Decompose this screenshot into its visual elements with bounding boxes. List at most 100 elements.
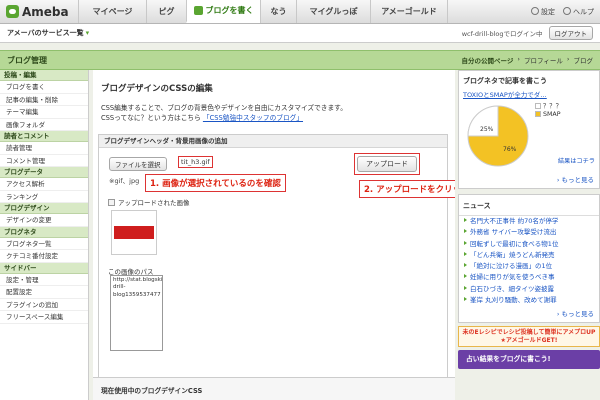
news-item[interactable]: 名門大不正事件 約70名が停学 <box>459 216 599 227</box>
news-item[interactable]: 回転ずしで最初に食べる物1位 <box>459 239 599 250</box>
help-label: ヘルプ <box>573 7 594 16</box>
file-select-button[interactable]: ファイルを選択 <box>109 157 167 171</box>
recipe-ad-banner[interactable]: 未のEレシピでレシピ投稿して簡単にアメプロUP ★アメゴールドGET! <box>458 326 600 348</box>
description-line1: CSS編集することで、ブログの背景色やデザインを自由にカスタマイズできます。 <box>101 104 347 112</box>
sidebar-item-comments[interactable]: コメント管理 <box>0 155 88 167</box>
sidebar-section-design: ブログデザイン <box>0 203 88 214</box>
news-item-text: 白石ひづき、細タイツ姿披露 <box>470 284 555 293</box>
image-icon <box>108 198 115 206</box>
sidebar-section-data: ブログデータ <box>0 167 88 178</box>
pie-chart-svg: 25% 76% <box>467 105 529 167</box>
tab-now[interactable]: なう <box>260 0 296 23</box>
sidebar-item-edit-articles[interactable]: 記事の編集・削除 <box>0 94 88 106</box>
pie-legend: ？？？ SMAP <box>535 103 562 119</box>
sidebar-section-neta: ブログネタ <box>0 226 88 238</box>
tab-pigg-label: ピグ <box>158 7 175 16</box>
pie-label-25: 25% <box>480 126 494 133</box>
sidebar-item-readers[interactable]: 読者管理 <box>0 142 88 155</box>
sidebar-item-free-space[interactable]: フリースペース編集 <box>0 311 88 324</box>
css-staff-blog-link[interactable]: 「CSS勉強中スタッフのブログ」 <box>203 114 303 122</box>
news-item-text: 外務省 サイバー攻撃受け流出 <box>470 228 557 237</box>
neta-more-link[interactable]: › もっと見る <box>459 172 599 188</box>
link-separator: › <box>566 55 570 63</box>
news-item[interactable]: 外務省 サイバー攻撃受け流出 <box>459 227 599 238</box>
sidebar-item-theme-edit[interactable]: テーマ編集 <box>0 106 88 119</box>
sidebar: 投稿・編集 ブログを書く 記事の編集・削除 テーマ編集 画像フォルダ 読者とコメ… <box>0 70 89 400</box>
legend-item-unknown: ？？？ <box>535 103 562 111</box>
help-icon <box>563 6 571 15</box>
news-item-text: 峯岸 丸刈り騒動、改めて謝罪 <box>470 296 557 305</box>
sidebar-section-post: 投稿・編集 <box>0 70 88 81</box>
tab-mygroup[interactable]: マイグルっぽ <box>296 0 370 23</box>
neta-topic-link[interactable]: TOXIOとSMAPが全力でダ… <box>459 89 599 99</box>
image-path-textarea[interactable]: http://stat.blogskin.ameba.jp/blogskin_i… <box>110 275 163 351</box>
fortune-ad-banner[interactable]: 占い結果をブログに書こう! <box>458 350 600 370</box>
profile-link[interactable]: プロフィール <box>524 55 563 65</box>
page-title: ブログ管理 <box>7 55 47 65</box>
ameba-logo-icon <box>6 5 19 18</box>
legend-item-smap: SMAP <box>535 111 562 119</box>
image-upload-panel: ブログデザインヘッダ・背景用画像の追加 ファイルを選択 tit_h3.gif ア… <box>98 134 475 378</box>
ameba-logo[interactable]: Ameba <box>0 0 78 23</box>
news-item-text: 名門大不正事件 約70名が停学 <box>470 217 559 225</box>
gear-icon <box>531 6 539 15</box>
sidebar-item-neta-list[interactable]: ブログネタ一覧 <box>0 238 88 250</box>
current-css-heading: 現在使用中のブログデザインCSS <box>93 377 455 400</box>
sidebar-item-settings[interactable]: 設定・管理 <box>0 274 88 286</box>
description-line2: CSSってなに？という方はこちら 「CSS勉強中スタッフのブログ」 <box>101 113 447 123</box>
vote-result-link[interactable]: 結果はコチラ <box>558 156 595 165</box>
sidebar-item-ranking[interactable]: ランキング <box>0 191 88 203</box>
news-item[interactable]: 峯岸 丸刈り騒動、改めて謝罪 <box>459 295 599 306</box>
legend-swatch <box>535 111 541 117</box>
news-title: ニュース <box>459 195 599 216</box>
news-item[interactable]: 「どん兵衛」焼うどん新発売 <box>459 250 599 261</box>
news-item[interactable]: 「絶対に泣ける漫画」の1位 <box>459 261 599 272</box>
bullet-icon <box>464 274 467 279</box>
legend-swatch <box>535 103 541 109</box>
service-bar: アメーバのサービス一覧 ▾ wcf-drill-blogでログイン中 ログアウト <box>0 24 600 43</box>
sidebar-item-access[interactable]: アクセス解析 <box>0 178 88 191</box>
bullet-icon <box>464 218 467 222</box>
tab-write-blog-label: ブログを書く <box>205 6 254 15</box>
tab-amegold-label: アメーゴールド <box>381 7 437 16</box>
service-menu[interactable]: アメーバのサービス一覧 ▾ <box>7 28 89 38</box>
bullet-icon <box>464 263 467 268</box>
upload-button[interactable]: アップロード <box>357 156 417 172</box>
news-item-text: 回転ずしで最初に食べる物1位 <box>470 239 559 248</box>
sidebar-section-sidebar: サイドバー <box>0 262 88 274</box>
sidebar-item-write[interactable]: ブログを書く <box>0 81 88 94</box>
sidebar-item-kuchikomi[interactable]: クチコミ番付設定 <box>0 250 88 263</box>
upload-highlight: アップロード <box>354 153 420 175</box>
bullet-icon <box>464 240 467 245</box>
bullet-icon <box>464 229 467 234</box>
tab-mypage[interactable]: マイページ <box>78 0 146 23</box>
tab-now-label: なう <box>270 7 287 16</box>
bullet-icon <box>464 297 467 302</box>
tab-pigg[interactable]: ピグ <box>146 0 186 23</box>
sidebar-item-image-folder[interactable]: 画像フォルダ <box>0 119 88 131</box>
sidebar-item-design-change[interactable]: デザインの変更 <box>0 214 88 227</box>
tab-amegold[interactable]: アメーゴールド <box>370 0 448 23</box>
help-link[interactable]: ヘルプ <box>563 6 594 17</box>
uploaded-image-text: アップロードされた画像 <box>118 199 190 207</box>
settings-link[interactable]: 設定 <box>531 6 555 17</box>
neta-more-label: もっと見る <box>561 176 595 184</box>
link-separator: › <box>517 55 521 63</box>
pie-label-76: 76% <box>503 146 517 153</box>
sidebar-item-add-plugin[interactable]: プラグインの追加 <box>0 299 88 311</box>
news-item[interactable]: 妊婦に用りが気を使うべき事 <box>459 272 599 283</box>
chevron-down-icon: ▾ <box>85 29 90 37</box>
public-page-links: 自分の公開ページ › プロフィール › ブログ <box>462 55 593 65</box>
main-content: ブログデザインのCSSの編集 CSS編集することで、ブログの背景色やデザインを自… <box>93 70 475 400</box>
news-item[interactable]: 白石ひづき、細タイツ姿披露 <box>459 284 599 295</box>
news-more-link[interactable]: › もっと見る <box>459 306 599 322</box>
uploaded-image-thumbnail[interactable] <box>111 210 157 255</box>
section-title: ブログデザインのCSSの編集 <box>101 84 213 94</box>
sidebar-item-layout[interactable]: 配置設定 <box>0 286 88 299</box>
uploaded-image-label: アップロードされた画像 <box>108 197 190 207</box>
top-nav: Ameba マイページ ピグ ブログを書く なう マイグルっぽ アメーゴールド … <box>0 0 600 24</box>
tab-write-blog[interactable]: ブログを書く <box>186 0 260 23</box>
service-menu-label: アメーバのサービス一覧 <box>7 29 84 37</box>
blog-link[interactable]: ブログ <box>574 55 594 65</box>
logout-button[interactable]: ログアウト <box>548 26 593 40</box>
